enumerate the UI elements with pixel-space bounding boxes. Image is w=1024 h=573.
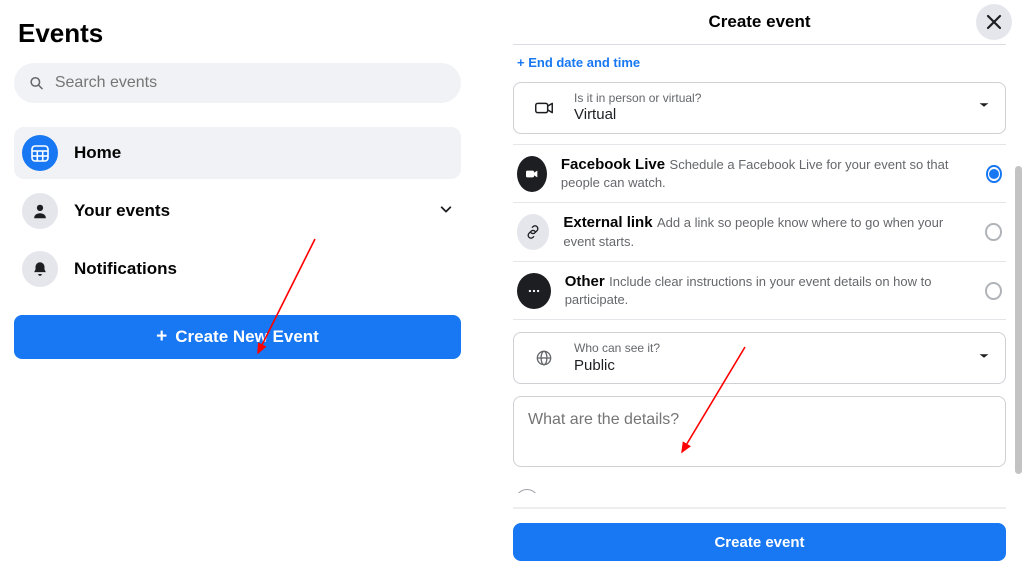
search-icon [28, 74, 45, 92]
sidebar-item-home[interactable]: Home [14, 127, 461, 179]
option-other[interactable]: Other Include clear instructions in your… [513, 262, 1006, 321]
option-title: Other [565, 273, 605, 290]
select-label: Who can see it? [574, 341, 660, 355]
create-button-label: Create New Event [175, 327, 319, 347]
events-sidebar: Events Home Your events [0, 0, 475, 573]
scrollbar-thumb[interactable] [1015, 166, 1022, 474]
dialog-title: Create event [708, 12, 810, 32]
dots-icon [517, 273, 551, 309]
link-icon [517, 214, 549, 250]
search-box[interactable] [14, 63, 461, 103]
sidebar-item-notifications[interactable]: Notifications [14, 243, 461, 295]
sidebar-item-label: Your events [74, 201, 170, 221]
select-label: Is it in person or virtual? [574, 91, 701, 105]
camera-icon [517, 156, 547, 192]
details-field[interactable] [513, 396, 1006, 467]
radio-unselected[interactable] [985, 223, 1002, 241]
dialog-footer: Create event [495, 507, 1024, 561]
end-date-link[interactable]: + End date and time [513, 45, 1006, 82]
cohosts-label: Add co-hosts [551, 492, 653, 493]
globe-icon [528, 342, 560, 374]
radio-selected[interactable] [986, 165, 1002, 183]
select-value: Public [574, 357, 615, 374]
sidebar-nav: Home Your events Notifications [14, 127, 461, 295]
create-new-event-button[interactable]: + Create New Event [14, 315, 461, 359]
select-stack: Is it in person or virtual? Virtual [574, 91, 701, 125]
option-external-link[interactable]: External link Add a link so people know … [513, 203, 1006, 262]
radio-unselected[interactable] [985, 282, 1002, 300]
sidebar-item-label: Home [74, 143, 121, 163]
sidebar-item-your-events[interactable]: Your events [14, 185, 461, 237]
chevron-down-icon [990, 492, 1004, 493]
page-title: Events [14, 14, 461, 63]
person-icon [22, 193, 58, 229]
virtual-icon [528, 92, 560, 124]
bell-icon [22, 251, 58, 287]
virtual-options: Facebook Live Schedule a Facebook Live f… [513, 144, 1006, 321]
event-type-select[interactable]: Is it in person or virtual? Virtual [513, 82, 1006, 134]
details-textarea[interactable] [528, 411, 991, 447]
plus-icon: + [156, 326, 167, 348]
plus-circle-icon: + [515, 489, 539, 493]
option-desc: Include clear instructions in your event… [565, 274, 932, 308]
select-value: Virtual [574, 106, 616, 123]
caret-down-icon [977, 349, 991, 368]
option-facebook-live[interactable]: Facebook Live Schedule a Facebook Live f… [513, 144, 1006, 204]
option-stack: External link Add a link so people know … [563, 213, 971, 251]
caret-down-icon [977, 98, 991, 117]
add-cohosts-row[interactable]: + Add co-hosts [513, 485, 1006, 493]
option-title: External link [563, 214, 652, 231]
create-event-dialog: Create event + End date and time Is it i… [495, 0, 1024, 573]
close-button[interactable] [976, 4, 1012, 40]
option-stack: Other Include clear instructions in your… [565, 272, 971, 310]
calendar-grid-icon [22, 135, 58, 171]
option-stack: Facebook Live Schedule a Facebook Live f… [561, 155, 973, 193]
sidebar-item-label: Notifications [74, 259, 177, 279]
visibility-select[interactable]: Who can see it? Public [513, 332, 1006, 384]
dialog-body: + End date and time Is it in person or v… [495, 44, 1024, 493]
chevron-down-icon [439, 202, 453, 221]
select-stack: Who can see it? Public [574, 341, 660, 375]
close-icon [985, 13, 1003, 31]
option-title: Facebook Live [561, 156, 665, 173]
create-event-submit[interactable]: Create event [513, 523, 1006, 561]
dialog-header: Create event [495, 0, 1024, 44]
search-input[interactable] [55, 74, 447, 92]
